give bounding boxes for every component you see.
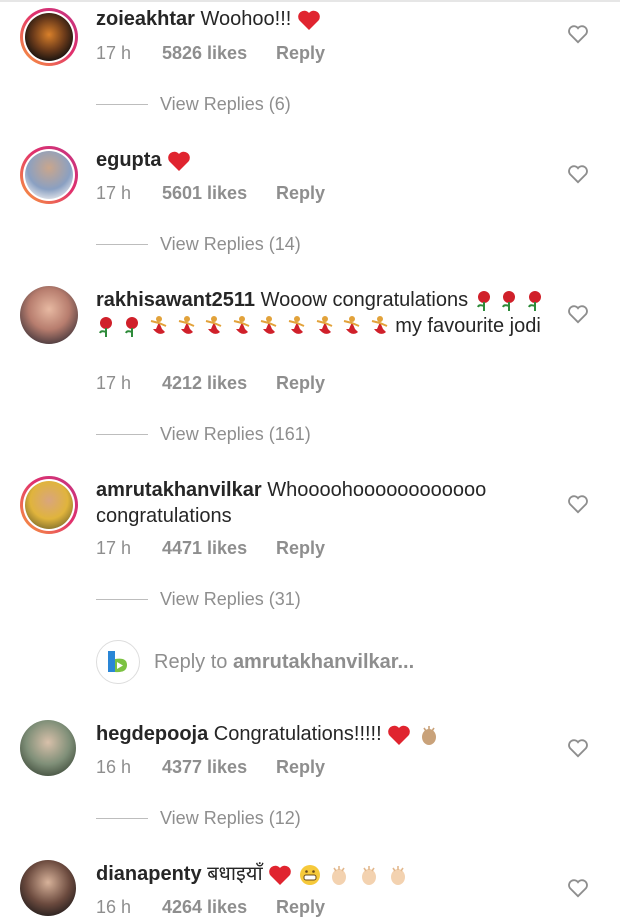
comment-meta: 17 h 5826 likes Reply [96, 43, 325, 64]
rose-icon [502, 290, 516, 311]
avatar[interactable] [20, 286, 78, 344]
comment-username[interactable]: hegdepooja [96, 723, 208, 745]
reply-prompt[interactable]: Reply to amrutakhanvilkar... [96, 640, 414, 684]
view-replies-label: View Replies (161) [160, 424, 311, 444]
reply-button[interactable]: Reply [276, 43, 325, 64]
dancer-icon [206, 315, 222, 334]
comment-time: 16 h [96, 897, 132, 917]
red-heart-icon [298, 10, 320, 30]
comment-username[interactable]: rakhisawant2511 [96, 289, 255, 311]
heart-outline-icon[interactable] [567, 738, 589, 758]
view-replies-label: View Replies (6) [160, 94, 291, 114]
avatar[interactable] [20, 146, 78, 204]
clapping-hands-icon [421, 725, 436, 745]
red-heart-icon [168, 151, 190, 171]
replies-divider [96, 818, 148, 819]
comment-body: Woohoo!!! [200, 8, 292, 30]
comment-text: rakhisawant2511 Wooow congratulations my… [96, 287, 545, 339]
reply-button[interactable]: Reply [276, 373, 325, 394]
avatar[interactable] [20, 720, 76, 776]
comment-body: Wooow congratulations [260, 289, 469, 311]
comment-body: Congratulations!!!!! [213, 723, 382, 745]
comment-meta: 17 h 5601 likes Reply [96, 183, 325, 204]
rose-icon [124, 316, 138, 337]
comment-text: hegdepooja Congratulations!!!!! [96, 721, 540, 747]
replies-divider [96, 244, 148, 245]
comment-meta: 17 h 4212 likes Reply [96, 373, 325, 394]
comment-time: 17 h [96, 538, 132, 558]
rose-icon [527, 290, 541, 311]
rose-icon [476, 290, 490, 311]
dancer-icon [343, 315, 360, 334]
dancer-icon [316, 315, 332, 334]
comment-username[interactable]: zoieakhtar [96, 8, 195, 30]
dancer-icon [233, 315, 250, 334]
avatar[interactable] [20, 860, 76, 916]
comment-text: dianapenty बधाइयाँ [96, 861, 540, 887]
heart-outline-icon[interactable] [567, 24, 589, 44]
top-divider [0, 0, 620, 2]
reply-prompt-target: amrutakhanvilkar... [232, 650, 415, 673]
red-heart-icon [269, 865, 292, 885]
grinning-face-icon [299, 864, 320, 885]
avatar[interactable] [20, 476, 78, 534]
reply-button[interactable]: Reply [276, 897, 325, 918]
comment-username[interactable]: dianapenty [96, 863, 202, 885]
app-logo-icon [108, 651, 127, 673]
comment-time: 17 h [96, 373, 132, 393]
dancer-icon [150, 315, 167, 334]
comment-likes[interactable]: 4377 likes [162, 757, 276, 778]
comment-username[interactable]: amrutakhanvilkar [96, 479, 262, 501]
comment-username[interactable]: egupta [96, 149, 162, 171]
view-replies-button[interactable]: View Replies (12) [96, 808, 301, 829]
view-replies-button[interactable]: View Replies (14) [96, 234, 301, 255]
heart-outline-icon[interactable] [567, 164, 589, 184]
dancer-icon [178, 315, 195, 334]
comment-meta: 16 h 4264 likes Reply [96, 897, 325, 918]
clapping-hands-icon [361, 865, 376, 885]
replies-divider [96, 104, 148, 105]
comment-likes[interactable]: 5601 likes [162, 183, 276, 204]
view-replies-button[interactable]: View Replies (31) [96, 589, 301, 610]
view-replies-label: View Replies (31) [160, 589, 301, 609]
comment-likes[interactable]: 4471 likes [162, 538, 276, 559]
avatar[interactable] [20, 8, 78, 66]
heart-outline-icon[interactable] [567, 494, 589, 514]
comment-time: 16 h [96, 757, 132, 777]
red-heart-icon [388, 725, 411, 745]
clapping-hands-icon [391, 865, 406, 885]
rose-icon [99, 316, 112, 337]
comment-time: 17 h [96, 43, 132, 63]
replies-divider [96, 599, 148, 600]
comment-time: 17 h [96, 183, 132, 203]
comment-text: zoieakhtar Woohoo!!! [96, 6, 540, 32]
reply-button[interactable]: Reply [276, 538, 325, 559]
comment-likes[interactable]: 4264 likes [162, 897, 276, 918]
comment-meta: 16 h 4377 likes Reply [96, 757, 325, 778]
reply-prompt-prefix: Reply to [154, 650, 228, 673]
comment-body-tail: my favourite jodi [395, 315, 541, 337]
current-user-avatar [96, 640, 140, 684]
comment-text: egupta [96, 147, 540, 173]
dancer-icon [288, 315, 305, 334]
comment-meta: 17 h 4471 likes Reply [96, 538, 325, 559]
view-replies-button[interactable]: View Replies (6) [96, 94, 291, 115]
dancer-icon [261, 315, 277, 334]
view-replies-label: View Replies (12) [160, 808, 301, 828]
comment-body: बधाइयाँ [207, 863, 263, 885]
reply-button[interactable]: Reply [276, 757, 325, 778]
view-replies-label: View Replies (14) [160, 234, 301, 254]
replies-divider [96, 434, 148, 435]
view-replies-button[interactable]: View Replies (161) [96, 424, 311, 445]
comment-likes[interactable]: 5826 likes [162, 43, 276, 64]
comment-likes[interactable]: 4212 likes [162, 373, 276, 394]
clapping-hands-icon [332, 865, 347, 885]
heart-outline-icon[interactable] [567, 878, 589, 898]
dancer-icon [371, 315, 388, 334]
comment-text: amrutakhanvilkar Whoooohoooooooooooo con… [96, 477, 524, 529]
heart-outline-icon[interactable] [567, 304, 589, 324]
reply-button[interactable]: Reply [276, 183, 325, 204]
